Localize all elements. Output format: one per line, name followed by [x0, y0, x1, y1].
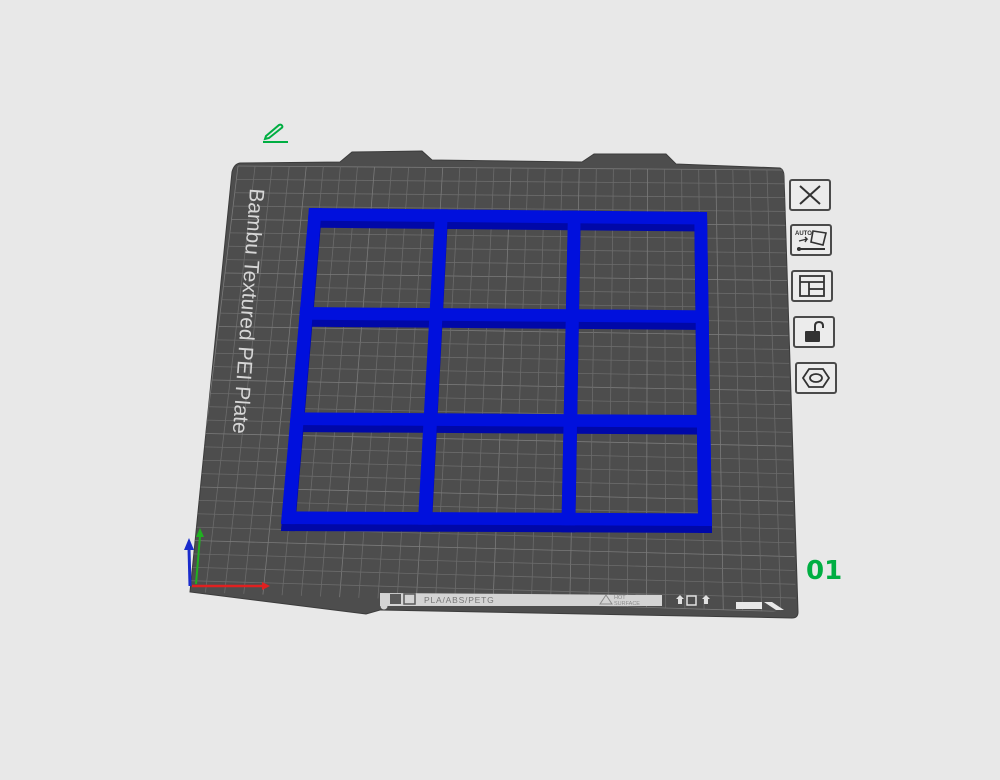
hexagon-nut-icon	[801, 368, 831, 388]
remove-plate-button[interactable]	[789, 179, 831, 211]
close-icon	[799, 185, 821, 205]
frame-horizontal-bar	[281, 511, 712, 526]
auto-arrange-icon: AUTO	[795, 230, 827, 251]
pencil-icon	[263, 123, 288, 143]
axis-z	[187, 547, 192, 587]
plate-tab-mark	[736, 602, 762, 609]
compatibility-icon	[390, 594, 401, 604]
plate-type-button[interactable]	[795, 362, 837, 394]
lock-plate-button[interactable]	[793, 316, 835, 348]
build-scene: Bambu Textured PEI Plate PLA/ABS/PETG HO…	[184, 150, 799, 619]
filament-types-label: PLA/ABS/PETG	[424, 595, 495, 605]
hot-surface-label-line2: SURFACE	[614, 601, 640, 607]
3d-viewport[interactable]: Bambu Textured PEI Plate PLA/ABS/PETG HO…	[0, 0, 1000, 780]
plate-number-label: 01	[806, 556, 843, 586]
layout-icon	[799, 275, 825, 297]
auto-arrange-button[interactable]: AUTO	[790, 224, 832, 256]
plate-settings-button[interactable]	[791, 270, 833, 302]
unlock-icon	[805, 320, 824, 342]
edit-plate-name-button[interactable]	[260, 122, 292, 144]
svg-text:AUTO: AUTO	[795, 231, 812, 237]
plate-strip-hole	[380, 602, 388, 610]
